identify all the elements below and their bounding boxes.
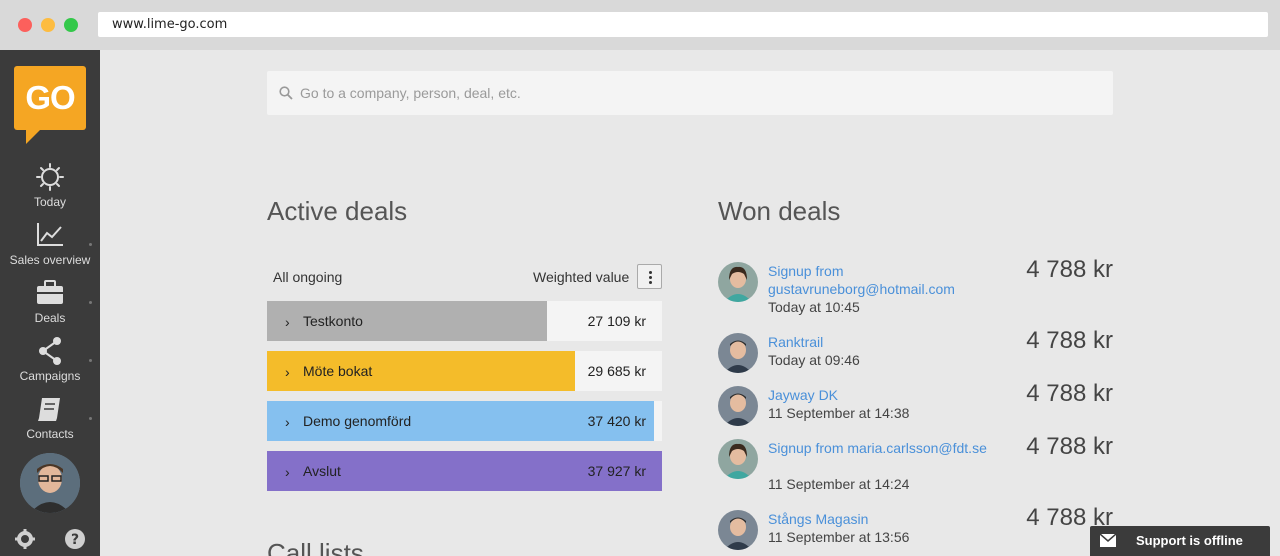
more-vertical-icon-dot xyxy=(649,281,652,284)
book-icon xyxy=(38,398,60,421)
share-icon xyxy=(39,337,61,365)
won-deal-link[interactable]: Signup from maria.carlsson@fdt.se xyxy=(768,439,1008,457)
chart-icon xyxy=(37,223,63,246)
deal-stage-value: 37 420 kr xyxy=(587,413,646,429)
avatar xyxy=(718,333,758,373)
deal-stage-name: Demo genomförd xyxy=(303,413,412,429)
won-deal-date: Today at 10:45 xyxy=(768,299,860,315)
nav-indicator-dot xyxy=(89,301,92,304)
won-deal-link[interactable]: Ranktrail xyxy=(768,333,1008,351)
won-deal-amount: 4 788 kr xyxy=(1026,256,1113,283)
go-logo[interactable]: GO xyxy=(14,66,86,130)
call-lists-heading: Call lists xyxy=(267,538,364,556)
mail-icon xyxy=(1100,534,1116,547)
active-deals-heading: Active deals xyxy=(267,196,408,226)
more-vertical-icon-dot xyxy=(649,271,652,274)
sidebar-item-label: Deals xyxy=(34,311,66,325)
won-deal-link[interactable]: Signup from gustavruneborg@hotmail.com xyxy=(768,262,1008,298)
chevron-right-icon: › xyxy=(285,414,290,430)
svg-text:?: ? xyxy=(71,532,79,548)
deal-stage-row[interactable]: › Testkonto 27 109 kr xyxy=(267,301,662,341)
avatar xyxy=(718,262,758,302)
maximize-window-button[interactable] xyxy=(64,18,78,32)
won-deal-date: Today at 09:46 xyxy=(768,352,860,368)
settings-icon[interactable] xyxy=(14,528,36,550)
avatar xyxy=(718,439,758,479)
deal-stage-value: 37 927 kr xyxy=(587,463,646,479)
deal-filter-dropdown[interactable]: All ongoing xyxy=(273,269,342,285)
won-deal-date: 11 September at 13:56 xyxy=(768,529,910,545)
sidebar-item-label: Today xyxy=(33,195,67,209)
search-icon xyxy=(279,86,293,100)
search-input[interactable] xyxy=(300,71,1090,115)
chevron-right-icon: › xyxy=(285,364,290,380)
support-status-label: Support is offline xyxy=(1136,533,1243,548)
deal-stage-name: Avslut xyxy=(303,463,341,479)
deal-stage-row[interactable]: › Demo genomförd 37 420 kr xyxy=(267,401,662,441)
support-chat-button[interactable]: Support is offline xyxy=(1090,526,1270,556)
deal-stage-value: 29 685 kr xyxy=(587,363,646,379)
won-deal-amount: 4 788 kr xyxy=(1026,327,1113,354)
nav-indicator-dot xyxy=(89,417,92,420)
won-deal-amount: 4 788 kr xyxy=(1026,433,1113,460)
sidebar-item-deals[interactable]: Deals xyxy=(0,278,100,325)
deal-stage-row[interactable]: › Avslut 37 927 kr xyxy=(267,451,662,491)
won-deal-amount: 4 788 kr xyxy=(1026,380,1113,407)
nav-indicator-dot xyxy=(89,243,92,246)
briefcase-icon xyxy=(37,280,63,304)
sidebar-item-label: Sales overview xyxy=(9,253,91,267)
browser-chrome: www.lime-go.com xyxy=(0,0,1280,50)
chevron-right-icon: › xyxy=(285,314,290,330)
sidebar-item-label: Contacts xyxy=(26,427,74,441)
sidebar-item-contacts[interactable]: Contacts xyxy=(0,394,100,441)
deal-stage-name: Möte bokat xyxy=(303,363,373,379)
avatar xyxy=(718,510,758,550)
avatar xyxy=(718,386,758,426)
deals-menu-button[interactable] xyxy=(637,264,662,289)
weighted-value-label: Weighted value xyxy=(533,269,630,285)
won-deal-link[interactable]: Stångs Magasin xyxy=(768,510,1008,528)
help-icon[interactable]: ? xyxy=(64,528,86,550)
url-bar[interactable]: www.lime-go.com xyxy=(98,12,1268,37)
person-avatar-icon xyxy=(20,453,80,513)
sidebar-item-sales-overview[interactable]: Sales overview xyxy=(0,220,100,267)
deal-stage-row[interactable]: › Möte bokat 29 685 kr xyxy=(267,351,662,391)
won-deal-date: 11 September at 14:24 xyxy=(768,476,910,492)
sidebar: GO Today Sales overview Deals Campaigns … xyxy=(0,50,100,556)
user-avatar[interactable] xyxy=(20,453,80,513)
won-deal-link[interactable]: Jayway DK xyxy=(768,386,1008,404)
deal-stage-value: 27 109 kr xyxy=(587,313,646,329)
won-deals-heading: Won deals xyxy=(718,196,841,226)
won-deal-date: 11 September at 14:38 xyxy=(768,405,910,421)
global-search xyxy=(267,71,1113,115)
chevron-right-icon: › xyxy=(285,464,290,480)
deal-stage-name: Testkonto xyxy=(303,313,363,329)
sidebar-item-label: Campaigns xyxy=(19,369,81,383)
gear-icon xyxy=(36,163,64,191)
close-window-button[interactable] xyxy=(18,18,32,32)
more-vertical-icon-dot xyxy=(649,276,652,279)
nav-indicator-dot xyxy=(89,359,92,362)
logo-tail xyxy=(26,128,42,144)
minimize-window-button[interactable] xyxy=(41,18,55,32)
sidebar-item-campaigns[interactable]: Campaigns xyxy=(0,336,100,383)
sidebar-item-today[interactable]: Today xyxy=(0,162,100,209)
